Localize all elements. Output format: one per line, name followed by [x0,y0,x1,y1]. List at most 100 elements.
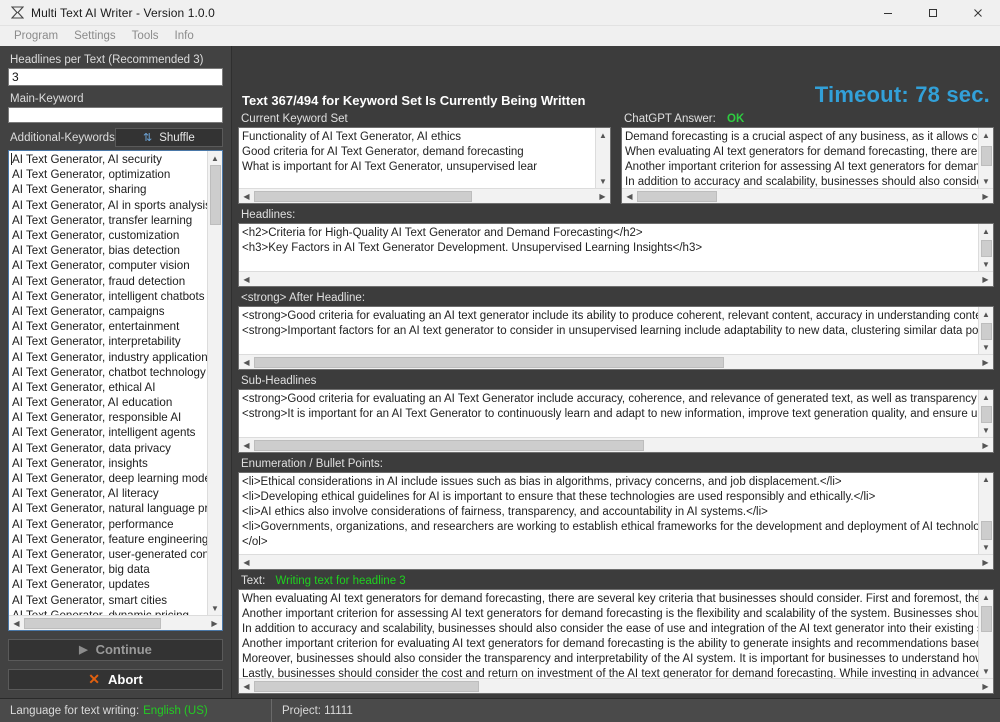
main-keyword-input[interactable] [8,107,223,124]
after-headline-content[interactable]: <strong>Good criteria for evaluating an … [239,307,993,354]
sub-hscroll[interactable]: ◀ ▶ [239,437,993,452]
vscroll-track-lower[interactable] [979,632,994,664]
hscroll-thumb[interactable] [254,680,479,692]
scroll-left-icon[interactable]: ◀ [239,355,254,370]
menu-item-tools[interactable]: Tools [124,26,167,46]
list-item[interactable]: AI Text Generator, natural language proc… [11,501,222,516]
list-item[interactable]: AI Text Generator, data privacy [11,441,222,456]
scroll-up-icon[interactable]: ▲ [979,224,994,238]
after-vscroll[interactable]: ▲ ▼ [978,307,993,354]
list-item[interactable]: AI Text Generator, feature engineering [11,532,222,547]
vscroll-track[interactable] [596,142,611,174]
scroll-up-icon[interactable]: ▲ [979,128,994,142]
list-item[interactable]: AI Text Generator, AI in sports analysis [11,198,222,213]
scroll-down-icon[interactable]: ▼ [979,540,994,554]
list-item[interactable]: AI Text Generator, entertainment [11,319,222,334]
hscroll-track[interactable] [24,616,207,631]
list-item[interactable]: AI Text Generator, bias detection [11,243,222,258]
scroll-down-icon[interactable]: ▼ [979,257,994,271]
menu-item-settings[interactable]: Settings [66,26,124,46]
list-item[interactable]: AI Text Generator, AI education [11,395,222,410]
list-item[interactable]: AI Text Generator, interpretability [11,334,222,349]
list-item[interactable]: AI Text Generator, computer vision [11,258,222,273]
list-item[interactable]: AI Text Generator, deep learning models [11,471,222,486]
hscroll-track[interactable] [254,355,978,370]
text-vscroll[interactable]: ▲ ▼ [978,590,993,678]
maximize-button[interactable] [910,0,955,26]
continue-button[interactable]: ▶ Continue [8,639,223,661]
menu-item-info[interactable]: Info [167,26,202,46]
scroll-right-icon[interactable]: ▶ [978,355,993,370]
headlines-vscroll[interactable]: ▲ ▼ [978,224,993,271]
scroll-left-icon[interactable]: ◀ [622,189,637,204]
vscroll-track-upper[interactable] [979,487,994,521]
current-keyword-set-content[interactable]: Functionality of AI Text Generator, AI e… [239,128,610,188]
scroll-up-icon[interactable]: ▲ [979,390,994,404]
enum-hscroll[interactable]: ◀ ▶ [239,554,993,569]
hscroll-thumb[interactable] [24,617,161,629]
hscroll-track[interactable] [254,189,595,204]
list-item[interactable]: AI Text Generator, updates [11,577,222,592]
keyword-list-vertical-scrollbar[interactable]: ▲ ▼ [207,151,223,616]
scroll-left-icon[interactable]: ◀ [239,555,254,570]
scroll-right-icon[interactable]: ▶ [978,272,993,287]
list-item[interactable]: AI Text Generator, AI literacy [11,486,222,501]
list-item[interactable]: AI Text Generator, fraud detection [11,274,222,289]
scroll-down-icon[interactable]: ▼ [208,601,223,615]
list-item[interactable]: AI Text Generator, dynamic pricing [11,608,222,615]
after-hscroll[interactable]: ◀ ▶ [239,354,993,369]
scroll-up-icon[interactable]: ▲ [979,473,994,487]
vscroll-track-lower[interactable] [208,225,223,601]
headlines-box[interactable]: <h2>Criteria for High-Quality AI Text Ge… [238,223,994,287]
menu-item-program[interactable]: Program [6,26,66,46]
list-item[interactable]: AI Text Generator, intelligent agents [11,425,222,440]
scroll-up-icon[interactable]: ▲ [596,128,611,142]
scroll-down-icon[interactable]: ▼ [596,174,611,188]
minimize-button[interactable] [865,0,910,26]
text-box[interactable]: When evaluating AI text generators for d… [238,589,994,694]
hscroll-thumb[interactable] [254,439,644,451]
vscroll-thumb[interactable] [980,406,992,423]
scroll-right-icon[interactable]: ▶ [207,616,222,631]
list-item[interactable]: AI Text Generator, user-generated conten… [11,547,222,562]
text-content[interactable]: When evaluating AI text generators for d… [239,590,993,678]
scroll-down-icon[interactable]: ▼ [979,174,994,188]
keyword-list[interactable]: AI Text Generator, AI security AI Text Ge… [9,151,222,615]
list-item[interactable]: AI Text Generator, chatbot technology [11,365,222,380]
scroll-right-icon[interactable]: ▶ [978,189,993,204]
scroll-left-icon[interactable]: ◀ [9,616,24,631]
scroll-down-icon[interactable]: ▼ [979,664,994,678]
list-item[interactable]: AI Text Generator, AI security [11,152,222,167]
hscroll-track[interactable] [637,189,978,204]
enum-vscroll[interactable]: ▲ ▼ [978,473,993,554]
vscroll-thumb[interactable] [980,240,992,257]
sub-headlines-content[interactable]: <strong>Good criteria for evaluating an … [239,390,993,437]
vscroll-thumb[interactable] [980,520,992,541]
shuffle-button[interactable]: ⇅ Shuffle [114,128,223,148]
vscroll-track-lower[interactable] [979,166,994,174]
scroll-left-icon[interactable]: ◀ [239,679,254,694]
hscroll-track[interactable] [254,272,978,287]
hscroll-track[interactable] [254,438,978,453]
sub-headlines-box[interactable]: <strong>Good criteria for evaluating an … [238,389,994,453]
list-item[interactable]: AI Text Generator, smart cities [11,593,222,608]
hscroll-track[interactable] [254,555,978,570]
list-item[interactable]: AI Text Generator, big data [11,562,222,577]
vscroll-thumb[interactable] [209,165,221,226]
scroll-right-icon[interactable]: ▶ [978,555,993,570]
headlines-per-text-input[interactable]: 3 [8,68,223,86]
scroll-left-icon[interactable]: ◀ [239,272,254,287]
abort-button[interactable]: ✕ Abort [8,668,223,690]
list-item[interactable]: AI Text Generator, sharing [11,182,222,197]
list-item[interactable]: AI Text Generator, insights [11,456,222,471]
hscroll-thumb[interactable] [254,190,472,202]
list-item[interactable]: AI Text Generator, customization [11,228,222,243]
sub-vscroll[interactable]: ▲ ▼ [978,390,993,437]
current-keyword-set-box[interactable]: Functionality of AI Text Generator, AI e… [238,127,611,204]
headlines-content[interactable]: <h2>Criteria for High-Quality AI Text Ge… [239,224,993,271]
gpt-vscroll[interactable]: ▲ ▼ [978,128,993,188]
vscroll-thumb[interactable] [980,146,992,166]
list-item[interactable]: AI Text Generator, campaigns [11,304,222,319]
keyword-list-horizontal-scrollbar[interactable]: ◀ ▶ [9,615,222,631]
list-item[interactable]: AI Text Generator, responsible AI [11,410,222,425]
